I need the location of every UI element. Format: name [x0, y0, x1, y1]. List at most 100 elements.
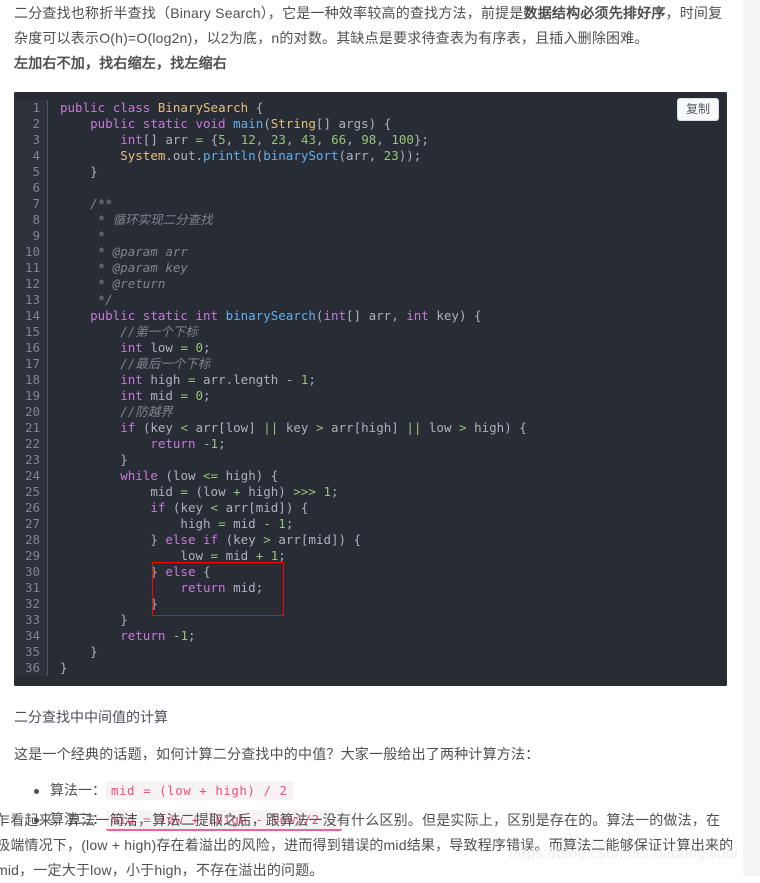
line-number: 1	[14, 100, 48, 116]
code-line: 29 low = mid + 1;	[14, 548, 727, 564]
code-line: 36}	[14, 660, 727, 676]
code-line: 2 public static void main(String[] args)…	[14, 116, 727, 132]
line-number: 8	[14, 212, 48, 228]
line-number: 13	[14, 292, 48, 308]
line-content	[48, 180, 727, 196]
line-content: public static int binarySearch(int[] arr…	[90, 308, 482, 323]
code-line: 4 System.out.println(binarySort(arr, 23)…	[14, 148, 727, 164]
line-number: 32	[14, 596, 48, 612]
code-line: 12 * @return	[14, 276, 727, 292]
line-number: 6	[14, 180, 48, 196]
copy-code-button[interactable]: 复制	[676, 98, 719, 121]
line-number: 10	[14, 244, 48, 260]
code-line: 25 mid = (low + high) >>> 1;	[14, 484, 727, 500]
code-line: 23 }	[14, 452, 727, 468]
code-line: 17 //最后一个下标	[14, 356, 727, 372]
line-content: public static void main(String[] args) {	[90, 116, 392, 131]
line-content: */	[60, 292, 113, 307]
line-content: int high = arr.length - 1;	[120, 372, 316, 387]
line-content: *	[60, 228, 106, 243]
line-content: high = mid - 1;	[180, 516, 294, 531]
line-content: return mid;	[180, 580, 264, 595]
line-content: int mid = 0;	[120, 388, 211, 403]
code-line: 24 while (low <= high) {	[14, 468, 727, 484]
line-number: 31	[14, 580, 48, 596]
code-line: 33 }	[14, 612, 727, 628]
line-number: 26	[14, 500, 48, 516]
line-number: 35	[14, 644, 48, 660]
line-content: if (key < arr[mid]) {	[150, 500, 309, 515]
rule-line: 左加右不加，找右缩左，找左缩右	[14, 55, 227, 71]
algorithm-formula: mid = (low + high) / 2	[106, 781, 293, 800]
line-number: 28	[14, 532, 48, 548]
line-number: 33	[14, 612, 48, 628]
line-content: while (low <= high) {	[120, 468, 279, 483]
code-content[interactable]: 1 public class BinarySearch {2 public sta…	[14, 92, 727, 686]
line-number: 24	[14, 468, 48, 484]
code-block[interactable]: 复制 1 public class BinarySearch {2 public …	[14, 92, 727, 686]
line-number: 22	[14, 436, 48, 452]
line-number: 14	[14, 308, 48, 324]
code-line: 10 * @param arr	[14, 244, 727, 260]
intro-bold-emphasis: 数据结构必须先排好序	[523, 5, 666, 21]
line-content: /**	[60, 196, 113, 211]
line-number: 18	[14, 372, 48, 388]
code-line: 20 //防越界	[14, 404, 727, 420]
line-number: 21	[14, 420, 48, 436]
line-number: 5	[14, 164, 48, 180]
line-content: mid = (low + high) >>> 1;	[150, 484, 339, 499]
line-content: //第一个下标	[60, 324, 198, 339]
code-line: 6	[14, 180, 727, 196]
code-line: 28 } else if (key > arr[mid]) {	[14, 532, 727, 548]
line-number: 17	[14, 356, 48, 372]
line-content: }	[120, 612, 128, 627]
line-number: 11	[14, 260, 48, 276]
line-number: 19	[14, 388, 48, 404]
line-number: 2	[14, 116, 48, 132]
line-content: if (key < arr[low] || key > arr[high] ||…	[120, 420, 527, 435]
code-line: 31 return mid;	[14, 580, 727, 596]
code-line: 18 int high = arr.length - 1;	[14, 372, 727, 388]
code-line: 9 *	[14, 228, 727, 244]
article-page: 二分查找也称折半查找（Binary Search），它是一种效率较高的查找方法，…	[0, 0, 760, 878]
line-number: 16	[14, 340, 48, 356]
line-content: }	[120, 452, 128, 467]
line-number: 12	[14, 276, 48, 292]
line-content: public class BinarySearch {	[60, 100, 264, 115]
line-content: System.out.println(binarySort(arr, 23));	[120, 148, 422, 163]
line-content: }	[150, 596, 158, 611]
line-number: 25	[14, 484, 48, 500]
code-line: 30 } else {	[14, 564, 727, 580]
line-content: } else {	[150, 564, 211, 579]
code-line: 13 */	[14, 292, 727, 308]
algorithm-label: 算法一：	[50, 782, 106, 798]
code-line: 22 return -1;	[14, 436, 727, 452]
line-number: 3	[14, 132, 48, 148]
line-number: 34	[14, 628, 48, 644]
intro-paragraph: 二分查找也称折半查找（Binary Search），它是一种效率较高的查找方法，…	[14, 0, 736, 51]
line-content: //最后一个下标	[60, 356, 211, 371]
code-line: 8 * 循环实现二分查找	[14, 212, 727, 228]
line-number: 30	[14, 564, 48, 580]
line-content: * @param key	[60, 260, 188, 275]
final-paragraph: 乍看起来，算法一简洁，算法二提取之后，跟算法一没有什么区别。但是实际上，区别是存…	[0, 812, 734, 878]
page-scrollbar[interactable]	[743, 0, 760, 876]
line-content: //防越界	[60, 404, 173, 419]
code-line: 14 public static int binarySearch(int[] …	[14, 308, 727, 324]
line-content: int low = 0;	[120, 340, 211, 355]
line-content: }	[90, 164, 98, 179]
intro-text-part1: 二分查找也称折半查找（Binary Search），它是一种效率较高的查找方法，…	[14, 5, 524, 21]
line-number: 29	[14, 548, 48, 564]
code-line: 32 }	[14, 596, 727, 612]
code-line: 15 //第一个下标	[14, 324, 727, 340]
list-item: 算法一： mid = (low + high) / 2	[34, 776, 736, 805]
code-line: 35 }	[14, 644, 727, 660]
code-line: 3 int[] arr = {5, 12, 23, 43, 66, 98, 10…	[14, 132, 727, 148]
line-number: 9	[14, 228, 48, 244]
line-content: return -1;	[150, 436, 226, 451]
line-content: low = mid + 1;	[180, 548, 286, 563]
line-content: * @return	[60, 276, 166, 291]
line-content: } else if (key > arr[mid]) {	[150, 532, 362, 547]
code-line: 34 return -1;	[14, 628, 727, 644]
line-content: int[] arr = {5, 12, 23, 43, 66, 98, 100}…	[120, 132, 429, 147]
